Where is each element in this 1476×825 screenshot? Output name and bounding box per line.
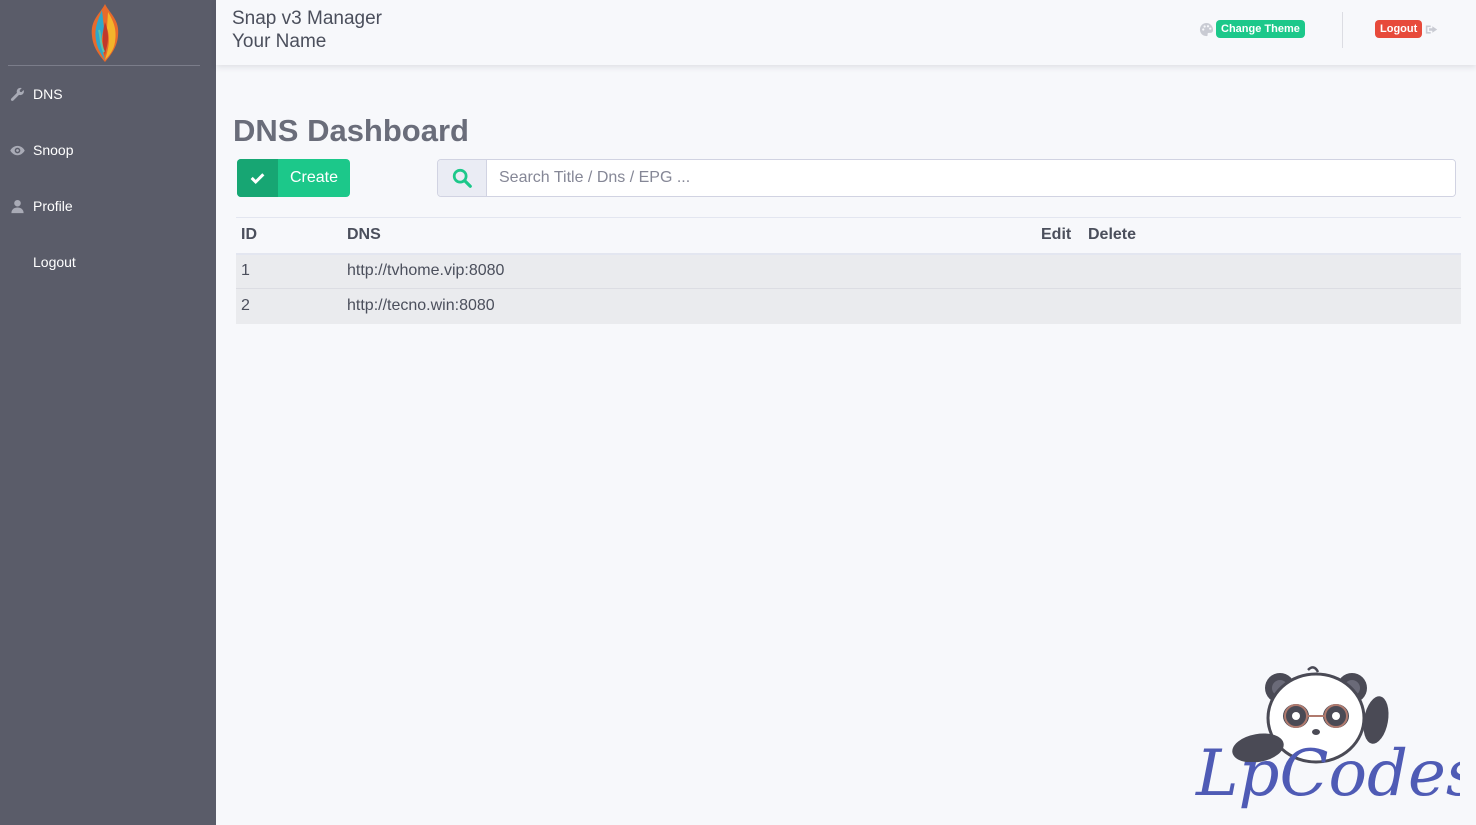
user-name: Your Name (232, 31, 327, 52)
sidebar: DNS Snoop Profile Logout (0, 0, 216, 825)
blank-icon (9, 254, 25, 270)
app-title: Snap v3 Manager (232, 8, 382, 29)
column-header-dns: DNS (342, 217, 1036, 255)
column-header-delete: Delete (1083, 217, 1461, 255)
sidebar-item-label: DNS (33, 86, 63, 102)
search-icon[interactable] (438, 160, 487, 196)
cell-id: 1 (236, 253, 342, 289)
dns-table: ID DNS Edit Delete 1 http://tvhome.vip:8… (236, 217, 1461, 324)
sidebar-item-label: Snoop (33, 142, 74, 158)
page-title: DNS Dashboard (233, 113, 469, 148)
palette-icon (1199, 22, 1214, 36)
sidebar-divider (8, 65, 200, 66)
table-row[interactable]: 2 http://tecno.win:8080 (236, 288, 1461, 324)
table-header-row: ID DNS Edit Delete (236, 217, 1461, 255)
create-button[interactable]: Create (237, 159, 350, 197)
sidebar-item-label: Profile (33, 198, 73, 214)
table-row[interactable]: 1 http://tvhome.vip:8080 (236, 253, 1461, 289)
sidebar-item-label: Logout (33, 254, 76, 270)
cell-dns: http://tecno.win:8080 (342, 288, 1036, 324)
sidebar-item-logout[interactable]: Logout (0, 242, 216, 282)
eye-icon (9, 142, 25, 158)
column-header-edit: Edit (1036, 217, 1083, 255)
lpcodes-watermark: LpCodes (1190, 660, 1476, 820)
flame-logo[interactable] (80, 0, 130, 64)
header-logout-control[interactable]: Logout (1375, 20, 1438, 38)
watermark-text: LpCodes (1195, 737, 1460, 811)
change-theme-control[interactable]: Change Theme (1199, 20, 1305, 38)
topbar-divider (1342, 12, 1343, 48)
logout-button[interactable]: Logout (1375, 20, 1423, 38)
cell-dns: http://tvhome.vip:8080 (342, 253, 1036, 289)
cell-id: 2 (236, 288, 342, 324)
sidebar-item-snoop[interactable]: Snoop (0, 130, 216, 170)
cell-delete (1083, 288, 1461, 324)
sidebar-item-dns[interactable]: DNS (0, 74, 216, 114)
sidebar-item-profile[interactable]: Profile (0, 186, 216, 226)
topbar: Snap v3 Manager Your Name Change Theme L… (216, 0, 1476, 65)
change-theme-button[interactable]: Change Theme (1216, 20, 1305, 38)
search-group (437, 159, 1456, 197)
panda-logo: LpCodes (1195, 666, 1476, 811)
search-input[interactable] (487, 160, 1455, 196)
create-button-label: Create (290, 169, 339, 186)
column-header-id: ID (236, 217, 342, 255)
cell-delete (1083, 253, 1461, 289)
check-icon (237, 159, 278, 197)
wrench-icon (9, 86, 25, 102)
cell-edit (1036, 288, 1083, 324)
cell-edit (1036, 253, 1083, 289)
sign-out-icon (1426, 24, 1438, 34)
user-icon (9, 198, 25, 214)
